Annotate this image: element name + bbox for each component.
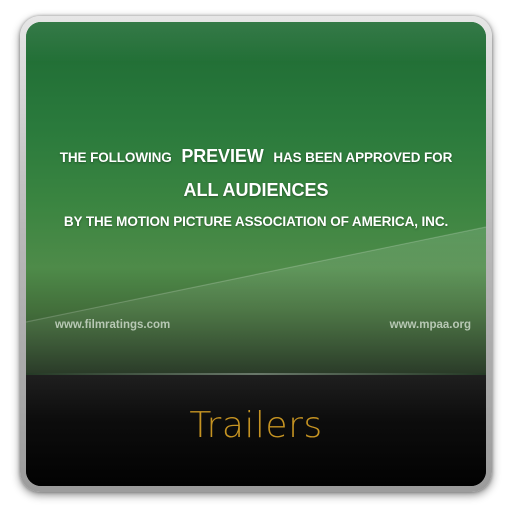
rating-line-1-prefix: THE FOLLOWING: [59, 150, 172, 165]
rating-audience: ALL AUDIENCES: [183, 180, 329, 200]
app-icon-frame[interactable]: THE FOLLOWING PREVIEW HAS BEEN APPROVED …: [20, 16, 492, 492]
app-title: Trailers: [189, 405, 323, 446]
rating-preview-word: PREVIEW: [181, 146, 264, 166]
mpaa-url: www.mpaa.org: [389, 319, 471, 331]
rating-authority: BY THE MOTION PICTURE ASSOCIATION OF AME…: [63, 214, 449, 229]
rating-line-1: THE FOLLOWING PREVIEW HAS BEEN APPROVED …: [26, 146, 486, 167]
top-gloss: [26, 22, 486, 62]
rating-line-1-suffix: HAS BEEN APPROVED FOR: [273, 150, 453, 165]
filmratings-url: www.filmratings.com: [55, 319, 171, 331]
icon-screen: THE FOLLOWING PREVIEW HAS BEEN APPROVED …: [26, 22, 486, 486]
rating-card: THE FOLLOWING PREVIEW HAS BEEN APPROVED …: [26, 22, 486, 373]
